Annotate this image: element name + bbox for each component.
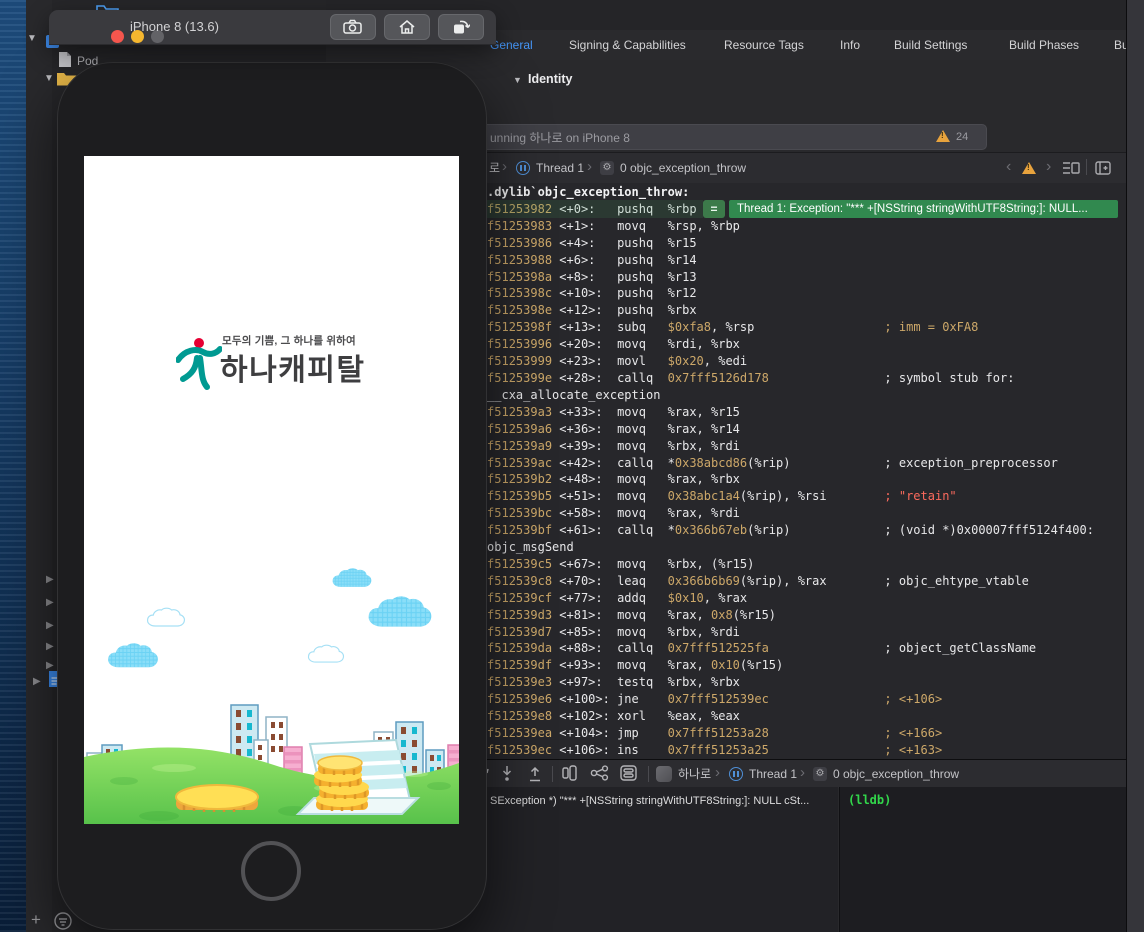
chevron-right-icon[interactable]: › <box>1046 153 1051 183</box>
exception-equals-badge[interactable]: = <box>703 200 725 218</box>
identity-header: Identity <box>528 72 572 86</box>
debugbar-frame-crumb[interactable]: 0 objc_exception_throw <box>833 760 959 788</box>
disclosure-right-icon[interactable]: ▶ <box>46 574 54 585</box>
tab-info[interactable]: Info <box>840 30 860 60</box>
jumpbar-thread-crumb[interactable]: Thread 1 <box>536 153 584 183</box>
app-screen[interactable]: 모두의 기쁨, 그 하나를 위하여 하나캐피탈 <box>84 156 459 824</box>
disassembly-pane: libobjc.A.dylib`objc_exception_throw: 0x… <box>400 183 1126 759</box>
add-editor-icon[interactable] <box>1095 161 1111 175</box>
gear-icon: ⚙ <box>600 161 614 175</box>
screenshot-button[interactable] <box>330 14 376 40</box>
view-debugger-icon[interactable] <box>562 765 580 781</box>
simulator-title: iPhone 8 (13.6) <box>130 19 219 34</box>
environment-overrides-icon[interactable] <box>620 765 637 781</box>
document-icon[interactable] <box>58 51 72 68</box>
screenshot-stage: General Signing & Capabilities Resource … <box>0 0 1144 932</box>
close-button[interactable] <box>111 30 124 43</box>
utility-area-edge <box>1126 0 1144 932</box>
filter-icon[interactable] <box>53 911 73 931</box>
exception-banner[interactable]: Thread 1: Exception: "*** +[NSString str… <box>729 200 1118 218</box>
exception-description-text: SException *) "*** +[NSString stringWith… <box>490 795 809 807</box>
disclosure-right-icon[interactable]: ▶ <box>46 597 54 608</box>
iphone-simulator: 모두의 기쁨, 그 하나를 위하여 하나캐피탈 <box>57 62 487 930</box>
rotate-button[interactable] <box>438 14 484 40</box>
debugbar-app-crumb[interactable]: 하나로 <box>678 760 711 788</box>
desktop-wallpaper <box>0 0 26 932</box>
home-button-ring[interactable] <box>241 841 301 901</box>
jumpbar-frame-crumb[interactable]: 0 objc_exception_throw <box>620 153 746 183</box>
disassembly: libobjc.A.dylib`objc_exception_throw: 0x… <box>422 184 1094 759</box>
tab-general[interactable]: General <box>490 30 533 60</box>
debugbar-thread-crumb[interactable]: Thread 1 <box>749 760 797 788</box>
disclosure-right-icon[interactable]: ▶ <box>46 641 54 652</box>
chevron-right-icon: › <box>502 153 507 183</box>
disclosure-down-icon[interactable]: ▼ <box>27 33 37 44</box>
warning-icon[interactable] <box>936 130 950 142</box>
thread-pause-icon <box>516 161 530 175</box>
home-icon <box>398 19 416 35</box>
chevron-right-icon: › <box>715 759 720 789</box>
disclosure-down-icon[interactable]: ▼ <box>44 73 54 84</box>
tab-build-phases[interactable]: Build Phases <box>1009 30 1079 60</box>
jumpbar-app-crumb[interactable]: 로 <box>489 153 500 183</box>
warning-count[interactable]: 24 <box>956 131 968 143</box>
disclosure-right-icon[interactable]: ▶ <box>46 620 54 631</box>
disclosure-right-icon[interactable]: ▶ <box>46 660 54 671</box>
step-out-icon[interactable] <box>528 765 542 782</box>
memory-graph-icon[interactable] <box>590 765 610 781</box>
debug-toolbar: 하나로 › Thread 1 › ⚙ 0 objc_exception_thro… <box>400 759 1126 788</box>
issue-warning-icon[interactable] <box>1022 162 1036 174</box>
debug-jump-bar: 로 › Thread 1 › ⚙ 0 objc_exception_throw … <box>400 152 1126 184</box>
clouds-icon <box>108 568 431 667</box>
camera-icon <box>343 20 363 35</box>
step-into-icon[interactable] <box>500 765 514 782</box>
tab-resource-tags[interactable]: Resource Tags <box>724 30 804 60</box>
tab-signing-capabilities[interactable]: Signing & Capabilities <box>569 30 686 60</box>
thread-pause-icon <box>729 767 743 781</box>
lldb-console-pane[interactable]: (lldb) <box>839 787 1127 932</box>
app-icon <box>656 766 672 782</box>
chevron-left-icon[interactable]: ‹ <box>1006 153 1011 183</box>
home-button[interactable] <box>384 14 430 40</box>
gear-icon: ⚙ <box>813 767 827 781</box>
rotate-icon <box>452 19 470 36</box>
chevron-right-icon: › <box>800 759 805 789</box>
splash-illustration <box>84 156 459 824</box>
activity-status-text: unning 하나로 on iPhone 8 <box>490 129 630 146</box>
disclosure-down-icon[interactable]: ▼ <box>513 75 522 85</box>
lldb-prompt[interactable]: (lldb) <box>848 793 891 807</box>
chevron-right-icon: › <box>587 153 592 183</box>
line-list-icon[interactable] <box>1062 161 1080 175</box>
disclosure-right-icon[interactable]: ▶ <box>33 676 41 687</box>
add-button[interactable]: + <box>31 910 41 930</box>
tab-build-settings[interactable]: Build Settings <box>894 30 967 60</box>
